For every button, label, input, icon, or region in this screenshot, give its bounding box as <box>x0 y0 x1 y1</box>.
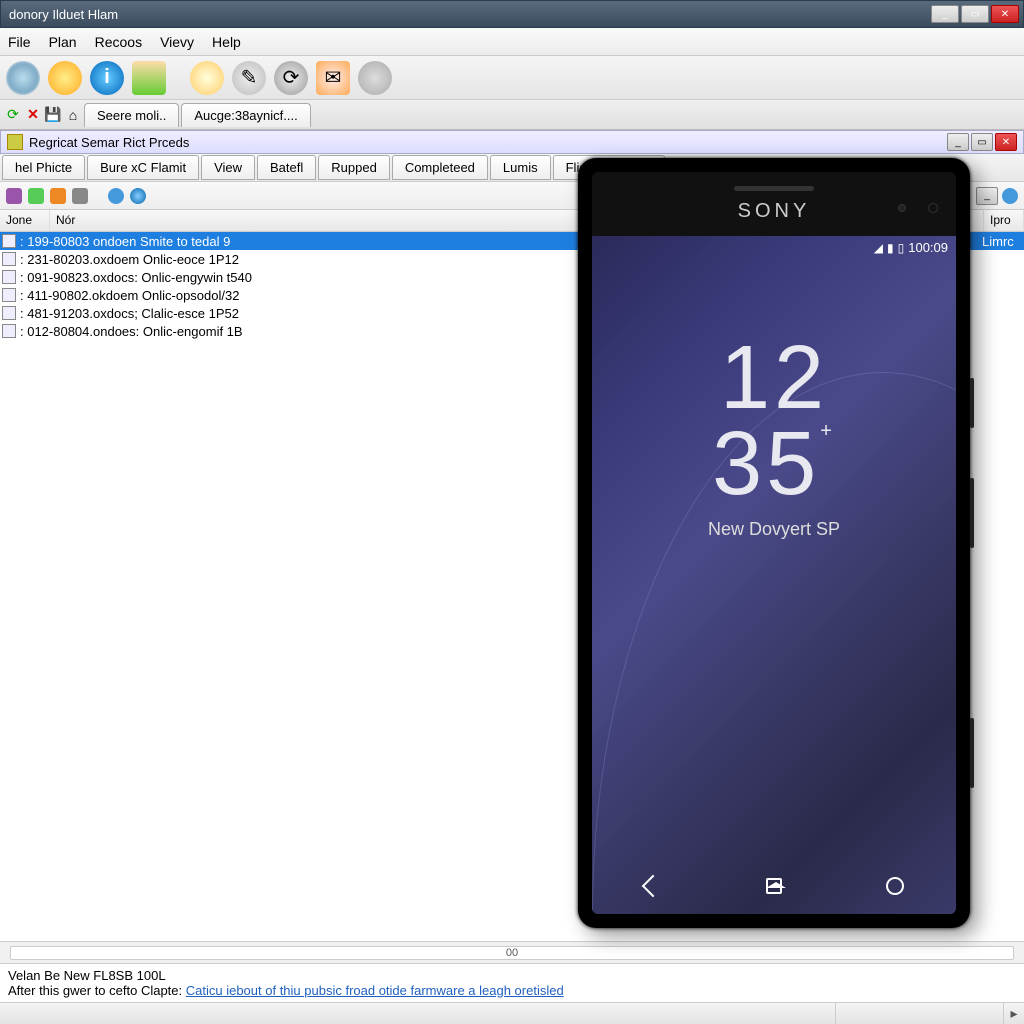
clock-subtitle: New Dovyert SP <box>592 519 956 540</box>
col-done[interactable]: Jone <box>0 210 50 231</box>
row-ipro: Limrc <box>982 234 1022 249</box>
mail-icon[interactable]: ✉ <box>316 61 350 95</box>
sub-maximize-button[interactable]: ▭ <box>971 133 993 151</box>
menu-recoos[interactable]: Recoos <box>95 34 142 50</box>
window-title: donory Ilduet Hlam <box>5 7 931 22</box>
wifi-icon: ◢ <box>874 241 883 255</box>
info-icon[interactable]: i <box>90 61 124 95</box>
progress-label: 00 <box>506 947 518 959</box>
phone-inner: SONY ◢ ▮ ▯ 100:09 12 35+ New Dovyert SP <box>592 172 956 914</box>
minimize-button[interactable]: _ <box>931 5 959 23</box>
phone-screen[interactable]: ◢ ▮ ▯ 100:09 12 35+ New Dovyert SP <box>592 236 956 914</box>
status-pane-2 <box>836 1003 1004 1024</box>
col-ipro[interactable]: Ipro <box>984 210 1024 231</box>
phone-side-button-3 <box>970 718 974 788</box>
window-controls: _ ▭ ✕ <box>931 5 1019 23</box>
phone-navbar <box>592 874 956 898</box>
green-icon[interactable] <box>28 188 44 204</box>
nav-recent-icon[interactable] <box>883 874 907 898</box>
menu-view[interactable]: Vievy <box>160 34 194 50</box>
menubar: File Plan Recoos Vievy Help <box>0 28 1024 56</box>
earpiece <box>734 186 814 191</box>
filter-tab-7[interactable]: Lumis <box>490 155 551 180</box>
orange-icon[interactable] <box>50 188 66 204</box>
clock-widget[interactable]: 12 35+ New Dovyert SP <box>592 336 956 540</box>
progress-bar-area: 00 <box>0 941 1024 963</box>
status-line-2: After this gwer to cefto Clapte: Caticu … <box>8 983 1016 998</box>
tb-minimize-icon[interactable]: _ <box>976 187 998 205</box>
subwindow-icon <box>7 134 23 150</box>
tab-bar: ⟳ ✕ 💾 ⌂ Seere moli.. Aucge:38aynicf.... <box>0 100 1024 130</box>
sub-close-button[interactable]: ✕ <box>995 133 1017 151</box>
main-toolbar: i ✎ ⟳ ✉ <box>0 56 1024 100</box>
plus-icon: + <box>820 420 836 442</box>
status-link[interactable]: Caticu iebout of thiu pubsic froad otide… <box>186 983 564 998</box>
status-line-1: Velan Be New FL8SB 100L <box>8 968 1016 983</box>
titlebar: donory Ilduet Hlam _ ▭ ✕ <box>0 0 1024 28</box>
row-icon <box>2 324 16 338</box>
status-arrow-icon[interactable]: ▸ <box>1004 1003 1024 1024</box>
sub-minimize-button[interactable]: _ <box>947 133 969 151</box>
progress-track[interactable]: 00 <box>10 946 1014 960</box>
arrow-icon[interactable]: ⟳ <box>274 61 308 95</box>
globe-icon[interactable] <box>6 61 40 95</box>
phone-status-time: 100:09 <box>908 240 948 255</box>
tab-2[interactable]: Aucge:38aynicf.... <box>181 103 310 127</box>
nav-home-icon[interactable] <box>762 874 786 898</box>
clock-minute: 35+ <box>592 422 956 508</box>
menu-plan[interactable]: Plan <box>49 34 77 50</box>
battery-icon: ▯ <box>898 241 905 255</box>
filter-tab-1[interactable]: hel Phicte <box>2 155 85 180</box>
filter-tab-4[interactable]: Batefl <box>257 155 316 180</box>
save-icon[interactable]: 💾 <box>44 106 62 124</box>
maximize-button[interactable]: ▭ <box>961 5 989 23</box>
close-button[interactable]: ✕ <box>991 5 1019 23</box>
filter-tab-2[interactable]: Bure xC Flamit <box>87 155 199 180</box>
globe-small-icon[interactable] <box>130 188 146 204</box>
row-icon <box>2 252 16 266</box>
reload-icon[interactable]: ⟳ <box>4 106 22 124</box>
subwindow-title-text: Regricat Semar Rict Prceds <box>29 135 189 150</box>
statusbar: ▸ <box>0 1002 1024 1024</box>
home-icon[interactable]: ⌂ <box>64 106 82 124</box>
pen-icon[interactable]: ✎ <box>232 61 266 95</box>
front-camera-icon <box>928 203 938 213</box>
phone-brand: SONY <box>738 200 811 223</box>
purple-icon[interactable] <box>6 188 22 204</box>
phone-device: SONY ◢ ▮ ▯ 100:09 12 35+ New Dovyert SP <box>578 158 970 928</box>
nav-back-icon[interactable] <box>641 874 665 898</box>
grey-square-icon[interactable] <box>72 188 88 204</box>
phone-side-button-2 <box>970 478 974 548</box>
tab-1[interactable]: Seere moli.. <box>84 103 179 127</box>
phone-statusbar: ◢ ▮ ▯ 100:09 <box>866 236 956 259</box>
row-icon <box>2 288 16 302</box>
filter-tab-6[interactable]: Completeed <box>392 155 488 180</box>
signal-icon: ▮ <box>887 241 894 255</box>
filter-tab-5[interactable]: Rupped <box>318 155 390 180</box>
status-prefix: After this gwer to cefto Clapte: <box>8 983 186 998</box>
row-icon <box>2 234 16 248</box>
row-icon <box>2 306 16 320</box>
phone-top-bezel: SONY <box>592 172 956 236</box>
subwindow-titlebar: Regricat Semar Rict Prceds _ ▭ ✕ <box>0 130 1024 154</box>
tb-blue-icon[interactable] <box>1002 188 1018 204</box>
clock-hour: 12 <box>592 336 956 422</box>
menu-file[interactable]: File <box>8 34 31 50</box>
status-area: Velan Be New FL8SB 100L After this gwer … <box>0 963 1024 1002</box>
phone-side-button-1 <box>970 378 974 428</box>
toolbar-right-group: _ <box>974 187 1018 205</box>
row-icon <box>2 270 16 284</box>
filter-tab-3[interactable]: View <box>201 155 255 180</box>
status-pane-1 <box>0 1003 836 1024</box>
picture-icon[interactable] <box>132 61 166 95</box>
grey-icon[interactable] <box>358 61 392 95</box>
blue-circle-icon[interactable] <box>108 188 124 204</box>
sensor-icon <box>898 204 906 212</box>
key-icon[interactable] <box>190 61 224 95</box>
menu-help[interactable]: Help <box>212 34 241 50</box>
close-tab-icon[interactable]: ✕ <box>24 106 42 124</box>
star-icon[interactable] <box>48 61 82 95</box>
